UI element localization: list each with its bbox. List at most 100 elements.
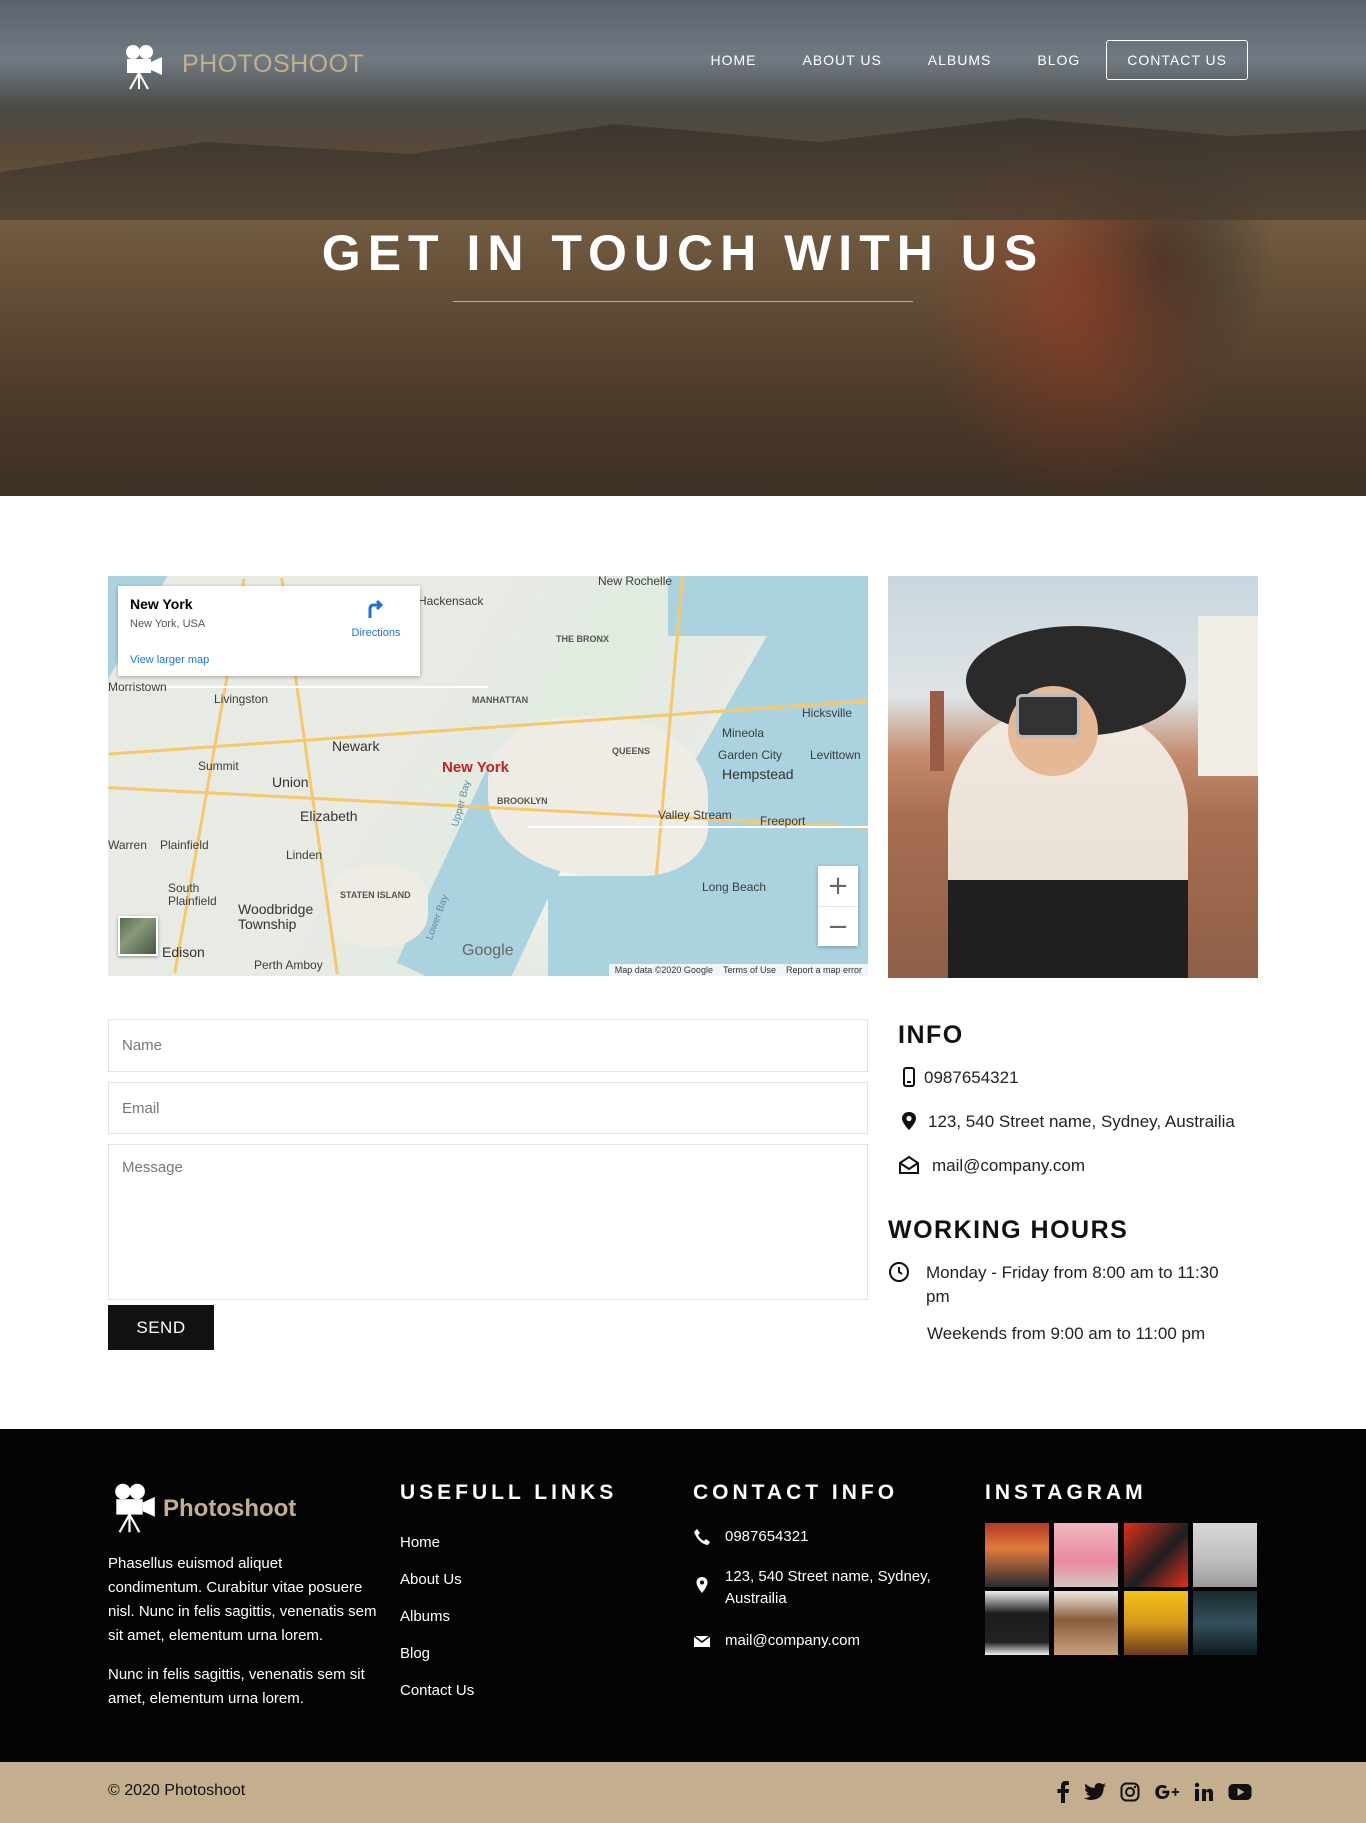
map-marker-icon xyxy=(902,1112,916,1130)
instagram-thumbnail[interactable] xyxy=(1124,1591,1188,1655)
message-textarea[interactable] xyxy=(108,1144,868,1300)
map-label: Livingston xyxy=(214,692,269,706)
mobile-phone-icon xyxy=(903,1067,915,1087)
instagram-thumbnail[interactable] xyxy=(1124,1523,1188,1587)
footer-link-albums[interactable]: Albums xyxy=(400,1608,450,1625)
nav-about-us[interactable]: ABOUT US xyxy=(802,52,881,68)
hours-weekends: Weekends from 9:00 am to 11:00 pm xyxy=(927,1322,1205,1346)
directions-arrow-icon xyxy=(368,599,384,618)
map-label: Long Beach xyxy=(702,880,767,894)
footer-link-home[interactable]: Home xyxy=(400,1534,440,1551)
hours-weekends-text: Weekends from 9:00 am to 11:00 pm xyxy=(927,1324,1206,1343)
movie-camera-logo-icon[interactable] xyxy=(124,44,164,90)
photo-camera xyxy=(1016,694,1080,738)
contact-info-heading: CONTACT INFO xyxy=(693,1481,899,1504)
photo-building xyxy=(1198,616,1258,776)
twitter-icon[interactable] xyxy=(1082,1779,1108,1805)
map-label: New Rochelle xyxy=(598,576,673,588)
embedded-map[interactable]: New Rochelle Hackensack THE BRONX MANHAT… xyxy=(108,576,868,976)
google-plus-icon[interactable] xyxy=(1154,1779,1180,1805)
report-map-error-link[interactable]: Report a map error xyxy=(786,965,862,975)
map-road xyxy=(528,826,868,828)
info-email: mail@company.com xyxy=(898,1154,1085,1178)
map-label: Morristown xyxy=(108,680,167,694)
map-label: Summit xyxy=(198,759,239,773)
info-address-text: 123, 540 Street name, Sydney, Austrailia xyxy=(928,1112,1235,1131)
map-label: Levittown xyxy=(810,748,861,762)
map-label: Hackensack xyxy=(418,594,484,608)
google-logo: Google xyxy=(462,942,514,959)
instagram-thumbnail[interactable] xyxy=(985,1523,1049,1587)
footer-link-blog[interactable]: Blog xyxy=(400,1645,430,1662)
brand-name[interactable]: PHOTOSHOOT xyxy=(182,50,364,79)
footer-paragraph-2: Nunc in felis sagittis, venenatis sem si… xyxy=(108,1666,365,1707)
map-data-credit: Map data ©2020 Google xyxy=(614,965,713,975)
email-input[interactable] xyxy=(108,1082,868,1134)
map-label: STATEN ISLAND xyxy=(340,890,411,900)
instagram-thumbnail[interactable] xyxy=(1054,1591,1118,1655)
zoom-in-button[interactable]: + xyxy=(818,866,858,906)
title-divider xyxy=(453,301,913,302)
footer-link-about-us[interactable]: About Us xyxy=(400,1571,462,1588)
info-address: 123, 540 Street name, Sydney, Austrailia xyxy=(898,1110,1235,1134)
map-label: Warren xyxy=(108,838,147,852)
map-satellite-toggle[interactable] xyxy=(118,916,158,956)
map-label: Perth Amboy xyxy=(254,958,323,972)
name-input[interactable] xyxy=(108,1019,868,1072)
footer-link-contact-us[interactable]: Contact Us xyxy=(400,1682,474,1699)
map-label: Linden xyxy=(286,848,323,862)
map-label: Hicksville xyxy=(802,706,853,720)
copyright-text: © 2020 Photoshoot xyxy=(108,1782,246,1799)
movie-camera-logo-icon[interactable] xyxy=(113,1482,157,1534)
instagram-thumbnail[interactable] xyxy=(985,1591,1049,1655)
map-info-card: New York New York, USA Directions View l… xyxy=(118,586,420,676)
hours-weekdays: Monday - Friday from 8:00 am to 11:30 pm xyxy=(888,1261,1258,1309)
map-label: Valley Stream xyxy=(658,808,732,822)
map-label: Union xyxy=(272,774,309,790)
instagram-thumbnail[interactable] xyxy=(1054,1523,1118,1587)
footer-brand-name: Photoshoot xyxy=(163,1495,297,1522)
nav-home[interactable]: HOME xyxy=(710,52,756,68)
directions-button[interactable]: Directions xyxy=(346,598,406,639)
instagram-thumbnail[interactable] xyxy=(1193,1591,1257,1655)
zoom-out-button[interactable]: − xyxy=(818,906,858,946)
map-label: BROOKLYN xyxy=(497,796,548,806)
main-nav: HOME ABOUT US ALBUMS BLOG CONTACT US xyxy=(664,40,1248,80)
map-label: Garden City xyxy=(718,748,783,762)
map-label: Edison xyxy=(162,944,205,960)
map-label-new-york: New York xyxy=(442,759,509,776)
view-larger-map-link[interactable]: View larger map xyxy=(130,654,209,666)
photo-chimney xyxy=(930,691,944,771)
photographer-woman-photo xyxy=(888,576,1258,978)
map-label: Hempstead xyxy=(722,766,794,782)
envelope-icon xyxy=(693,1635,711,1647)
instagram-thumbnail[interactable] xyxy=(1193,1523,1257,1587)
map-label: MANHATTAN xyxy=(472,695,529,705)
footer-email: mail@company.com xyxy=(693,1630,945,1652)
directions-label: Directions xyxy=(351,627,401,639)
map-label: Freeport xyxy=(760,814,806,828)
map-label: South Plainfield xyxy=(168,881,217,908)
nav-albums[interactable]: ALBUMS xyxy=(928,52,992,68)
nav-contact-us[interactable]: CONTACT US xyxy=(1106,40,1248,80)
footer-address: 123, 540 Street name, Sydney, Austrailia xyxy=(693,1566,945,1610)
map-zoom-controls: + − xyxy=(818,866,858,946)
phone-icon xyxy=(694,1529,710,1545)
nav-blog[interactable]: BLOG xyxy=(1037,52,1080,68)
send-button[interactable]: SEND xyxy=(108,1305,214,1350)
linkedin-icon[interactable] xyxy=(1191,1779,1217,1805)
page-title: GET IN TOUCH WITH US xyxy=(321,225,1045,281)
footer-address-text: 123, 540 Street name, Sydney, Austrailia xyxy=(725,1568,931,1607)
map-land-staten xyxy=(328,866,428,946)
map-water-sound xyxy=(668,576,868,636)
working-hours-heading: WORKING HOURS xyxy=(888,1216,1129,1244)
instagram-icon[interactable] xyxy=(1117,1779,1143,1805)
facebook-icon[interactable] xyxy=(1050,1779,1076,1805)
map-marker-icon xyxy=(696,1577,708,1593)
footer-paragraph-1: Phasellus euismod aliquet condimentum. C… xyxy=(108,1555,377,1644)
map-label: Newark xyxy=(332,738,380,754)
map-label: Woodbridge Township xyxy=(238,901,314,932)
youtube-icon[interactable] xyxy=(1227,1779,1253,1805)
terms-of-use-link[interactable]: Terms of Use xyxy=(723,965,776,975)
hero-hills-graphic xyxy=(0,118,1366,220)
